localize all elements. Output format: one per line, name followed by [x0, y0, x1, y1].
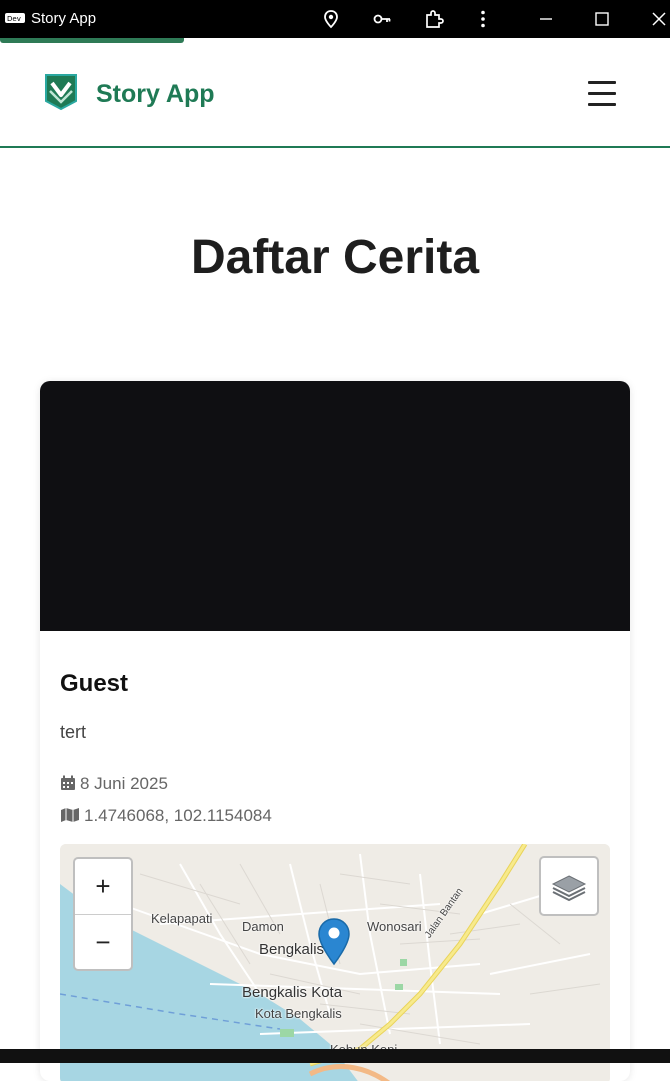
- story-author: Guest: [60, 670, 129, 697]
- map-label: Bengkalis: [259, 941, 325, 958]
- story-card[interactable]: Guest tert 8 Juni 2025 1.4746068, 102.11…: [40, 381, 630, 1081]
- bottom-taskbar-strip: [0, 1049, 670, 1063]
- story-coordinates: 1.4746068, 102.1154084: [84, 806, 272, 825]
- kebab-menu-icon[interactable]: [473, 9, 493, 29]
- map-label: Kota Bengkalis: [255, 1006, 342, 1021]
- window-title: Story App: [31, 10, 97, 27]
- layers-button[interactable]: [539, 856, 599, 916]
- map-label: Damon: [242, 919, 284, 934]
- story-description: tert: [60, 722, 87, 742]
- brand-name[interactable]: Story App: [96, 80, 215, 109]
- zoom-in-button[interactable]: +: [75, 859, 131, 915]
- map-zoom-control: + −: [73, 857, 133, 971]
- story-date: 8 Juni 2025: [80, 774, 168, 793]
- window-titlebar: Dev Story App: [0, 0, 670, 38]
- devtools-app-icon: Dev: [5, 13, 25, 23]
- story-map[interactable]: Kelapapati Damon Bengkalis Wonosari Jala…: [60, 844, 610, 1081]
- zoom-out-button[interactable]: −: [75, 915, 131, 970]
- map-icon: [61, 808, 79, 822]
- hamburger-menu-icon[interactable]: [588, 81, 616, 109]
- layers-icon: [551, 875, 587, 902]
- map-marker-icon[interactable]: [317, 918, 351, 966]
- map-label: Bengkalis Kota: [242, 984, 343, 1001]
- calendar-icon: [61, 775, 75, 790]
- story-location-row: 1.4746068, 102.1154084: [60, 806, 272, 826]
- close-icon[interactable]: [649, 9, 669, 29]
- story-date-row: 8 Juni 2025: [60, 774, 168, 794]
- extension-puzzle-icon[interactable]: [424, 9, 444, 29]
- key-icon[interactable]: [372, 9, 392, 29]
- location-pin-icon[interactable]: [321, 9, 341, 29]
- story-image[interactable]: [40, 381, 630, 631]
- story-app-logo[interactable]: [42, 71, 80, 111]
- app-header: Story App: [0, 43, 670, 148]
- svg-text:Dev: Dev: [7, 15, 21, 23]
- page-title: Daftar Cerita: [190, 231, 480, 284]
- minimize-icon[interactable]: [536, 9, 556, 29]
- map-label: Kelapapati: [151, 911, 213, 926]
- map-label: Wonosari: [367, 919, 422, 934]
- maximize-icon[interactable]: [592, 9, 612, 29]
